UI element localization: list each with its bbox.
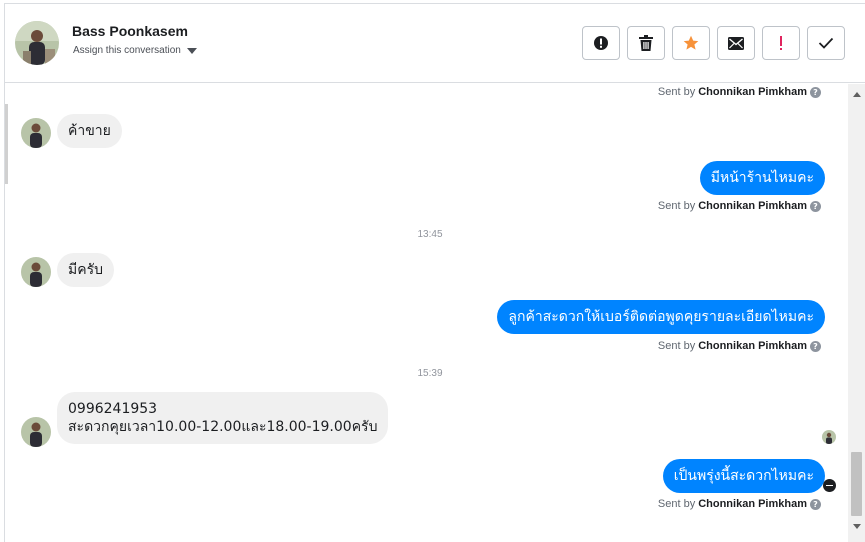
seen-avatar	[822, 430, 836, 444]
alert-circle-icon	[594, 36, 608, 50]
agent-name: Chonnikan Pimkham	[698, 200, 807, 212]
scroll-up-arrow-icon[interactable]	[853, 92, 861, 97]
contact-avatar-small	[21, 118, 51, 148]
help-icon[interactable]: ?	[810, 86, 821, 98]
sent-by-prefix: Sent by	[657, 340, 696, 352]
mark-unread-button[interactable]	[717, 26, 755, 60]
message-thread[interactable]: Sent by Chonnikan Pimkham ? ค้าขาย มีหน้…	[5, 84, 848, 542]
conversation-toolbar	[582, 26, 845, 60]
done-button[interactable]	[807, 26, 845, 60]
sent-by-line: Sent by Chonnikan Pimkham ?	[658, 200, 821, 212]
assign-label: Assign this conversation	[73, 45, 181, 56]
sent-by-line: Sent by Chonnikan Pimkham ?	[658, 340, 821, 352]
mark-spam-button[interactable]	[582, 26, 620, 60]
incoming-message[interactable]: 0996241953 สะดวกคุยเวลา10.00-12.00และ18.…	[57, 392, 389, 444]
conversation-panel: Bass Poonkasem Assign this conversation	[4, 3, 865, 542]
assign-conversation-dropdown[interactable]: Assign this conversation	[73, 45, 197, 56]
incoming-message[interactable]: ค้าขาย	[57, 114, 122, 148]
sent-by-prefix: Sent by	[657, 200, 696, 212]
left-panel-scrollbar[interactable]	[5, 104, 8, 184]
timestamp: 13:45	[417, 229, 443, 240]
sent-by-prefix: Sent by	[657, 498, 696, 510]
star-icon	[683, 35, 699, 50]
envelope-icon	[728, 36, 744, 50]
caret-down-icon	[186, 47, 197, 54]
agent-name: Chonnikan Pimkham	[698, 86, 807, 98]
scroll-down-arrow-icon[interactable]	[853, 524, 861, 529]
help-icon[interactable]: ?	[810, 200, 821, 212]
help-icon[interactable]: ?	[810, 498, 821, 510]
timestamp: 15:39	[417, 368, 443, 379]
trash-icon	[639, 35, 653, 51]
agent-name: Chonnikan Pimkham	[698, 340, 807, 352]
conversation-header: Bass Poonkasem Assign this conversation	[5, 4, 865, 83]
exclamation-icon	[780, 36, 782, 50]
star-button[interactable]	[672, 26, 710, 60]
sent-by-line: Sent by Chonnikan Pimkham ?	[658, 86, 821, 98]
delete-button[interactable]	[627, 26, 665, 60]
delivered-status-icon	[823, 479, 836, 492]
scroll-thumb[interactable]	[851, 452, 862, 516]
agent-name: Chonnikan Pimkham	[698, 498, 807, 510]
checkmark-icon	[818, 37, 834, 49]
incoming-message[interactable]: มีครับ	[57, 253, 114, 287]
contact-avatar[interactable]	[15, 21, 59, 65]
message-line: 0996241953	[68, 401, 158, 417]
vertical-scrollbar[interactable]	[848, 84, 865, 542]
outgoing-message[interactable]: มีหน้าร้านไหมคะ	[699, 161, 825, 195]
sent-by-prefix: Sent by	[657, 86, 696, 98]
outgoing-message[interactable]: เป็นพรุ่งนี้สะดวกไหมคะ	[662, 459, 825, 493]
message-line: สะดวกคุยเวลา10.00-12.00และ18.00-19.00ครั…	[68, 419, 378, 435]
help-icon[interactable]: ?	[810, 340, 821, 352]
contact-avatar-small	[21, 257, 51, 287]
important-button[interactable]	[762, 26, 800, 60]
outgoing-message[interactable]: ลูกค้าสะดวกให้เบอร์ติดต่อพูดคุยรายละเอีย…	[497, 300, 825, 334]
contact-avatar-small	[21, 417, 51, 447]
sent-by-line: Sent by Chonnikan Pimkham ?	[658, 498, 821, 510]
contact-name[interactable]: Bass Poonkasem	[72, 23, 188, 39]
